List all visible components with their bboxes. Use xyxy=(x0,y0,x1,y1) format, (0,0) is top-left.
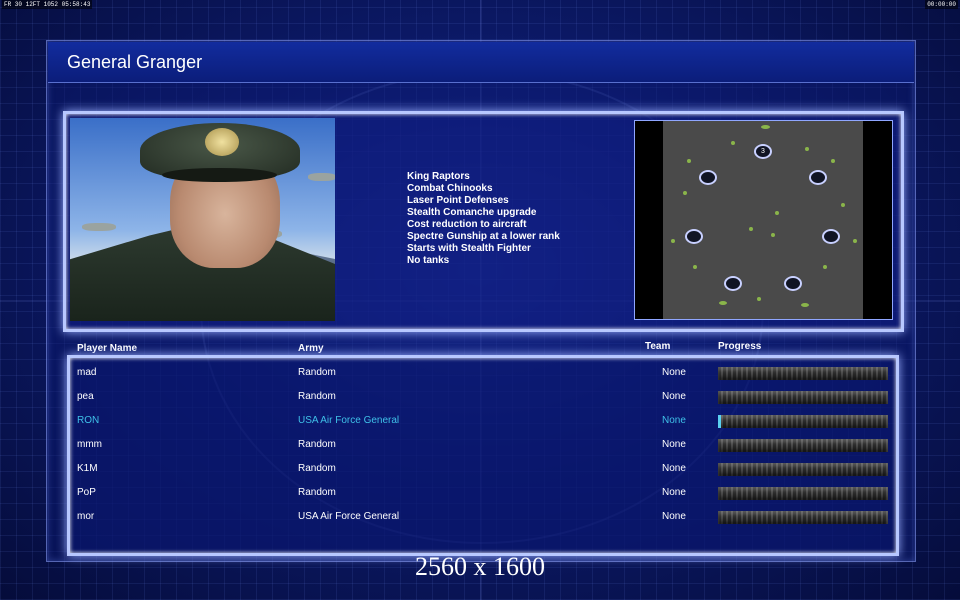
player-name: mor xyxy=(77,511,95,522)
helicopter-image xyxy=(308,173,335,181)
perk-item: Laser Point Defenses xyxy=(407,195,509,206)
resolution-caption: 2560 x 1600 xyxy=(415,552,545,581)
player-army: USA Air Force General xyxy=(298,415,400,426)
player-progress-bar xyxy=(718,391,888,404)
player-team: None xyxy=(662,511,686,522)
player-name: RON xyxy=(77,415,100,426)
start-position-marker xyxy=(685,229,703,244)
perk-item: King Raptors xyxy=(407,171,470,182)
tree-icon xyxy=(853,239,857,243)
tree-icon xyxy=(683,191,687,195)
player-army: Random xyxy=(298,439,336,450)
tree-icon xyxy=(805,147,809,151)
tree-icon xyxy=(801,303,809,307)
start-position-marker xyxy=(822,229,840,244)
player-progress-bar xyxy=(718,463,888,476)
player-army: Random xyxy=(298,487,336,498)
player-army: Random xyxy=(298,391,336,402)
player-name: K1M xyxy=(77,463,98,474)
start-position-marker xyxy=(699,170,717,185)
player-army: USA Air Force General xyxy=(298,511,400,522)
tree-icon xyxy=(841,203,845,207)
tree-icon xyxy=(693,265,697,269)
tree-icon xyxy=(831,159,835,163)
player-team: None xyxy=(662,439,686,450)
clock-overlay: 00:00:00 xyxy=(925,0,958,9)
tree-icon xyxy=(771,233,775,237)
start-position-marker xyxy=(784,276,802,291)
tree-icon xyxy=(775,211,779,215)
perk-item: Combat Chinooks xyxy=(407,183,493,194)
cap-eagle-badge xyxy=(205,128,239,156)
progress-fill xyxy=(718,415,722,428)
tree-icon xyxy=(761,125,770,129)
player-row: mad Random None xyxy=(0,367,960,387)
player-row: mmm Random None xyxy=(0,439,960,459)
perk-item: Stealth Comanche upgrade xyxy=(407,207,537,218)
start-position-marker xyxy=(724,276,742,291)
player-team: None xyxy=(662,415,686,426)
player-row: PoP Random None xyxy=(0,487,960,507)
player-progress-bar xyxy=(718,439,888,452)
perk-item: No tanks xyxy=(407,255,450,266)
player-team: None xyxy=(662,367,686,378)
general-name-title: General Granger xyxy=(67,52,203,72)
helicopter-image xyxy=(82,223,116,231)
player-progress-bar xyxy=(718,511,888,524)
player-army: Random xyxy=(298,367,336,378)
player-progress-bar xyxy=(718,487,888,500)
player-row-local: RON USA Air Force General None xyxy=(0,415,960,435)
column-header-player-name: Player Name xyxy=(77,343,138,354)
general-perks-list: King Raptors Combat Chinooks Laser Point… xyxy=(407,171,560,267)
tree-icon xyxy=(731,141,735,145)
player-name: pea xyxy=(77,391,94,402)
tree-icon xyxy=(749,227,753,231)
player-row: pea Random None xyxy=(0,391,960,411)
player-team: None xyxy=(662,487,686,498)
player-name: mmm xyxy=(77,439,102,450)
column-header-team: Team xyxy=(645,341,671,352)
player-name: PoP xyxy=(77,487,96,498)
tree-icon xyxy=(671,239,675,243)
player-team: None xyxy=(662,463,686,474)
fps-overlay: FR 30 12FT 1052 05:58:43 xyxy=(2,0,93,9)
map-preview: 3 xyxy=(634,120,893,320)
tree-icon xyxy=(757,297,761,301)
start-position-marker xyxy=(809,170,827,185)
portrait-cap-brim xyxy=(162,168,277,182)
tree-icon xyxy=(719,301,727,305)
column-header-army: Army xyxy=(298,343,324,354)
player-row: K1M Random None xyxy=(0,463,960,483)
player-row: mor USA Air Force General None xyxy=(0,511,960,531)
tree-icon xyxy=(687,159,691,163)
player-name: mad xyxy=(77,367,97,378)
player-progress-bar xyxy=(718,415,888,428)
start-position-marker: 3 xyxy=(754,144,772,159)
column-header-progress: Progress xyxy=(718,341,762,352)
player-army: Random xyxy=(298,463,336,474)
player-progress-bar xyxy=(718,367,888,380)
perk-item: Starts with Stealth Fighter xyxy=(407,243,531,254)
general-portrait xyxy=(70,118,335,321)
tree-icon xyxy=(823,265,827,269)
perk-item: Spectre Gunship at a lower rank xyxy=(407,231,560,242)
perk-item: Cost reduction to aircraft xyxy=(407,219,527,230)
player-team: None xyxy=(662,391,686,402)
